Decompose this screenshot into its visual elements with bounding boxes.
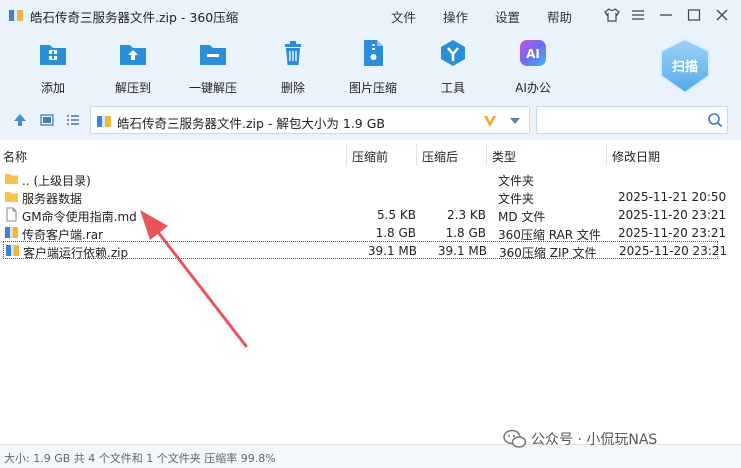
menu-button[interactable] [628,5,648,25]
tools-button[interactable]: 工具 [413,38,493,96]
one-click-extract-icon [200,45,226,65]
column-divider [606,144,607,166]
extract-to-button[interactable]: 解压到 [93,38,173,96]
image-compress-button[interactable]: 图片压缩 [333,38,413,96]
image-compress-icon [364,40,383,66]
svg-text:AI: AI [526,47,540,61]
column-modified[interactable]: 修改日期 [612,148,660,165]
file-type: 文件夹 [498,174,535,188]
search-icon[interactable] [707,112,723,128]
address-bar[interactable]: 皓石传奇三服务器文件.zip - 解包大小为 1.9 GB [90,106,530,134]
file-size-after: 1.8 GB [445,226,486,240]
close-button[interactable] [712,5,732,25]
folder-icon [5,192,18,202]
column-name[interactable]: 名称 [3,148,27,165]
minimize-button[interactable] [656,5,676,25]
folder-icon [5,174,18,184]
column-before[interactable]: 压缩前 [352,148,388,165]
scan-label: 扫描 [671,60,698,75]
file-name: 客户端运行依赖.zip [23,246,129,260]
trash-icon [285,41,301,65]
close-icon [716,9,728,21]
shirt-icon [604,8,620,22]
add-icon [40,45,66,65]
file-size-before: 1.8 GB [375,226,416,240]
file-modified: 2025-11-20 23:21 [619,244,728,258]
archive-icon [5,226,18,238]
file-type: 文件夹 [498,192,535,206]
file-size-after: 2.3 KB [447,208,486,222]
file-name: GM命令使用指南.md [22,210,137,224]
delete-label: 删除 [280,81,305,95]
add-label: 添加 [40,81,65,95]
document-icon [6,207,17,222]
window-title: 皓石传奇三服务器文件.zip - 360压缩 [30,10,239,25]
watermark-text: 公众号 · 小侃玩NAS [531,432,658,448]
view-list-icon[interactable] [65,112,81,128]
hamburger-icon [632,10,644,20]
view-thumbnail-icon[interactable] [39,112,55,128]
column-divider [486,144,487,166]
file-name: .. (上级目录) [22,174,91,188]
ai-office-icon: AI [520,40,546,66]
image-compress-label: 图片压缩 [348,81,397,95]
one-click-extract-button[interactable]: 一键解压 [173,38,253,96]
file-row[interactable]: GM命令使用指南.md 5.5 KB 2.3 KB MD 文件 2025-11-… [0,206,741,224]
add-button[interactable]: 添加 [13,38,93,96]
up-arrow-icon[interactable] [12,112,28,128]
toolbar: 添加 解压到 一键解压 删除 图片压缩 工具 AI AI办公 扫描 [0,30,741,100]
column-divider [416,144,417,166]
address-row: 皓石传奇三服务器文件.zip - 解包大小为 1.9 GB [0,100,741,140]
one-click-extract-label: 一键解压 [188,81,237,95]
file-row[interactable]: 传奇客户端.rar 1.8 GB 1.8 GB 360压缩 RAR 文件 202… [0,224,741,242]
file-size-before: 39.1 MB [367,244,417,258]
ai-office-button[interactable]: AI AI办公 [493,38,573,96]
archive-icon [6,244,19,256]
chevron-down-icon[interactable] [509,117,521,125]
file-row[interactable]: 服务器数据 文件夹 2025-11-21 20:50 [0,188,741,206]
ai-office-label: AI办公 [515,81,551,95]
column-divider [346,144,347,166]
address-text: 皓石传奇三服务器文件.zip - 解包大小为 1.9 GB [117,116,385,131]
menu-operate[interactable]: 操作 [443,7,468,26]
column-type[interactable]: 类型 [492,148,516,165]
file-modified: 2025-11-20 23:21 [618,226,727,240]
file-size-after: 39.1 MB [437,244,487,258]
title-bar: 皓石传奇三服务器文件.zip - 360压缩 文件 操作 设置 帮助 [0,0,741,30]
menu-help[interactable]: 帮助 [547,7,572,26]
column-after[interactable]: 压缩后 [422,148,458,165]
maximize-button[interactable] [684,5,704,25]
file-row[interactable]: .. (上级目录) 文件夹 [0,170,741,188]
file-type: 360压缩 ZIP 文件 [499,246,597,260]
wechat-icon [503,429,527,448]
file-size-before: 5.5 KB [377,208,416,222]
file-type: MD 文件 [498,210,546,224]
maximize-icon [687,9,701,21]
file-modified: 2025-11-20 23:21 [618,208,727,222]
tools-label: 工具 [440,81,465,95]
minimize-icon [660,14,672,16]
file-list: 名称 压缩前 压缩后 类型 修改日期 .. (上级目录) 文件夹 服务器数据 文… [0,140,741,440]
menu-file[interactable]: 文件 [391,7,416,26]
status-text: 大小: 1.9 GB 共 4 个文件和 1 个文件夹 压缩率 99.8% [4,452,276,465]
tools-icon [441,40,465,66]
watermark: 公众号 · 小侃玩NAS [503,427,733,451]
app-logo-icon [9,8,23,21]
menu-settings[interactable]: 设置 [495,7,520,26]
file-row-selected[interactable]: 客户端运行依赖.zip 39.1 MB 39.1 MB 360压缩 ZIP 文件… [3,241,727,260]
extract-to-icon [120,45,146,65]
v-logo-icon[interactable] [482,113,498,129]
scan-button[interactable]: 扫描 [656,36,714,96]
extract-to-label: 解压到 [114,81,151,95]
zip-archive-icon [97,114,111,127]
file-modified: 2025-11-21 20:50 [618,190,727,204]
annotation-arrow [140,210,248,348]
skin-button[interactable] [602,5,622,25]
delete-button[interactable]: 删除 [253,38,333,96]
file-name: 服务器数据 [22,192,83,206]
search-input[interactable] [536,106,728,134]
